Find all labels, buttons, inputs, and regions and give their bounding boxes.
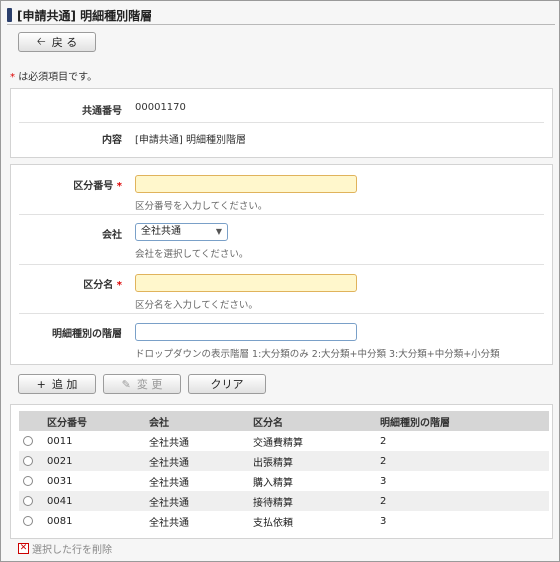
add-button[interactable]: + 追 加 <box>18 374 96 394</box>
table-cell: 2 <box>380 435 387 447</box>
required-mark: * <box>116 280 122 291</box>
table-row[interactable]: 0021 全社共通 出張精算 2 <box>19 451 549 471</box>
category-no-input[interactable] <box>135 175 357 193</box>
column-header[interactable]: 区分名 <box>249 411 376 431</box>
edit-button[interactable]: ✎ 変 更 <box>103 374 181 394</box>
table-cell: 全社共通 <box>149 437 189 449</box>
table-cell: 支払依頼 <box>253 517 293 529</box>
field-label-text: 区分番号 <box>73 181 114 192</box>
field-hint: ドロップダウンの表示階層 1:大分類のみ 2:大分類+中分類 3:大分類+中分類… <box>135 349 500 360</box>
row-select-radio[interactable] <box>23 435 33 446</box>
field-label: 区分番号 * <box>73 177 122 192</box>
column-header[interactable]: 会社 <box>145 411 249 431</box>
detail-level-input[interactable] <box>135 323 357 341</box>
select-column-header <box>19 411 43 431</box>
back-button-label: 戻 る <box>51 36 78 49</box>
field-hint: 区分番号を入力してください。 <box>135 201 268 212</box>
divider <box>19 122 544 123</box>
table-cell: 0031 <box>47 475 73 487</box>
title-marker <box>7 8 12 22</box>
field-label: 会社 <box>102 230 122 241</box>
divider <box>19 264 544 265</box>
table-row[interactable]: 0081 全社共通 支払依頼 3 <box>19 511 549 531</box>
info-panel: 共通番号 00001170 内容 [申請共通] 明細種別階層 <box>10 88 553 158</box>
info-value: [申請共通] 明細種別階層 <box>135 135 246 146</box>
table-row[interactable]: 0011 全社共通 交通費精算 2 <box>19 431 549 451</box>
table-cell: 全社共通 <box>149 517 189 529</box>
field-label-text: 区分名 <box>83 280 114 291</box>
column-header[interactable]: 明細種別の階層 <box>376 411 549 431</box>
table-cell: 全社共通 <box>145 451 249 471</box>
field-label: 明細種別の階層 <box>52 329 122 340</box>
table-cell: 0021 <box>43 451 145 471</box>
info-value: 00001170 <box>135 102 186 113</box>
field-hint: 区分名を入力してください。 <box>135 300 258 311</box>
pencil-icon: ✎ <box>121 377 131 391</box>
page-title: [申請共通] 明細種別階層 <box>17 8 153 23</box>
list-panel: 区分番号 会社 区分名 明細種別の階層 0011 全社共通 交通費精算 2 00… <box>10 404 553 539</box>
table-header-row: 区分番号 会社 区分名 明細種別の階層 <box>19 411 549 431</box>
company-select[interactable]: 全社共通 ▼ <box>135 223 228 241</box>
row-select-radio[interactable] <box>23 475 33 486</box>
delete-selected-label: 選択した行を削除 <box>32 545 112 556</box>
table-row[interactable]: 0031 全社共通 購入精算 3 <box>19 471 549 491</box>
table-cell: 0041 <box>43 491 145 511</box>
table-cell: 全社共通 <box>145 491 249 511</box>
arrow-left-icon: 🡠 <box>36 34 46 48</box>
field-hint: 会社を選択してください。 <box>135 249 249 260</box>
table-cell: 3 <box>380 475 387 487</box>
table-cell: 全社共通 <box>149 477 189 489</box>
window: [申請共通] 明細種別階層 🡠 戻 る * は必須項目です。 共通番号 0000… <box>0 0 560 562</box>
row-select-radio[interactable] <box>23 495 33 506</box>
table-cell: 2 <box>376 451 549 471</box>
required-mark: * <box>116 181 122 192</box>
column-header[interactable]: 区分番号 <box>43 411 145 431</box>
table-cell: 出張精算 <box>249 451 376 471</box>
required-note: * は必須項目です。 <box>10 68 97 83</box>
table-cell: 交通費精算 <box>253 437 303 449</box>
info-label: 内容 <box>102 135 122 146</box>
clear-button[interactable]: クリア <box>188 374 266 394</box>
table-cell: 2 <box>376 491 549 511</box>
company-select-value: 全社共通 <box>141 226 181 237</box>
plus-icon: + <box>36 377 46 391</box>
table-cell: 購入精算 <box>253 477 293 489</box>
delete-x-icon: ✕ <box>18 543 29 554</box>
table-cell: 3 <box>380 515 387 527</box>
table-row[interactable]: 0041 全社共通 接待精算 2 <box>19 491 549 511</box>
table-cell: 接待精算 <box>249 491 376 511</box>
divider <box>19 214 544 215</box>
category-table: 区分番号 会社 区分名 明細種別の階層 0011 全社共通 交通費精算 2 00… <box>19 411 549 531</box>
required-mark: * <box>10 72 15 83</box>
back-button[interactable]: 🡠 戻 る <box>18 32 96 52</box>
form-panel: 区分番号 * 区分番号を入力してください。 会社 全社共通 ▼ 会社を選択してく… <box>10 164 553 365</box>
row-select-radio[interactable] <box>23 455 33 466</box>
category-name-input[interactable] <box>135 274 357 292</box>
delete-selected-button[interactable]: ✕ 選択した行を削除 <box>18 541 112 556</box>
info-label: 共通番号 <box>82 106 122 117</box>
chevron-down-icon: ▼ <box>215 227 222 236</box>
title-divider <box>7 24 555 25</box>
title-bar: [申請共通] 明細種別階層 <box>7 6 152 24</box>
table-cell: 0081 <box>47 515 73 527</box>
add-button-label: 追 加 <box>51 378 78 391</box>
field-label: 区分名 * <box>83 276 122 291</box>
table-cell: 0011 <box>47 435 73 447</box>
edit-button-label: 変 更 <box>136 378 163 391</box>
divider <box>19 313 544 314</box>
clear-button-label: クリア <box>210 378 244 391</box>
required-note-text: は必須項目です。 <box>18 72 98 83</box>
row-select-radio[interactable] <box>23 515 33 526</box>
